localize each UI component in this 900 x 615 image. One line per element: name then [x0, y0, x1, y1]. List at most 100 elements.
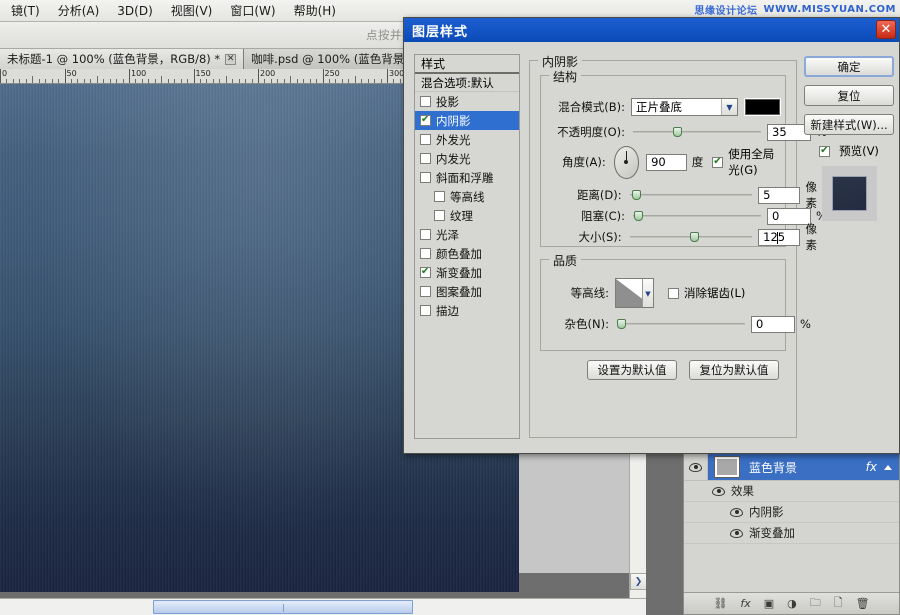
- menu-item-3[interactable]: 视图(V): [162, 0, 222, 21]
- fx-icon[interactable]: fx: [740, 597, 750, 610]
- expand-collapse-icon[interactable]: [884, 464, 892, 470]
- style-list-item-0[interactable]: 投影: [415, 92, 519, 111]
- dialog-title-bar[interactable]: 图层样式 ✕: [404, 18, 899, 42]
- size-input[interactable]: 125: [758, 228, 801, 246]
- distance-slider[interactable]: [629, 188, 753, 202]
- style-enable-checkbox[interactable]: [420, 172, 431, 183]
- set-as-default-button[interactable]: 设置为默认值: [587, 360, 677, 380]
- style-enable-checkbox[interactable]: [420, 96, 431, 107]
- shadow-color-swatch[interactable]: [744, 98, 781, 116]
- menu-item-1[interactable]: 分析(A): [49, 0, 109, 21]
- style-list-item-5[interactable]: 等高线: [415, 187, 519, 206]
- slider-knob[interactable]: [631, 190, 641, 200]
- style-list-item-8[interactable]: 颜色叠加: [415, 244, 519, 263]
- preview-checkbox[interactable]: [819, 145, 831, 157]
- slider-knob[interactable]: [673, 127, 682, 137]
- style-list[interactable]: 样式 混合选项:默认 投影内阴影外发光内发光斜面和浮雕等高线纹理光泽颜色叠加渐变…: [414, 54, 520, 439]
- style-enable-checkbox[interactable]: [420, 229, 431, 240]
- layers-panel[interactable]: ❮ 杂色 蓝色背景 fx 效果: [683, 437, 900, 615]
- ruler-minor-tick: [219, 79, 221, 83]
- antialias-checkbox[interactable]: [668, 287, 679, 299]
- eye-icon[interactable]: [730, 507, 743, 517]
- menu-item-2[interactable]: 3D(D): [108, 2, 161, 20]
- style-list-item-2[interactable]: 外发光: [415, 130, 519, 149]
- ok-button[interactable]: 确定: [804, 56, 894, 77]
- contour-label: 等高线:: [570, 286, 609, 300]
- angle-input[interactable]: 90: [646, 153, 687, 171]
- ruler-minor-tick: [58, 79, 60, 83]
- new-style-button[interactable]: 新建样式(W)...: [804, 114, 894, 135]
- hscroll-thumb[interactable]: [153, 600, 413, 614]
- new-layer-icon[interactable]: 🗋: [834, 594, 843, 613]
- angle-dial[interactable]: [613, 145, 640, 179]
- style-list-item-9[interactable]: 渐变叠加: [415, 263, 519, 282]
- adjustment-icon[interactable]: ◑: [787, 597, 797, 610]
- layer-thumbnail-selected[interactable]: [714, 456, 740, 478]
- menu-item-0[interactable]: 镜(T): [2, 0, 49, 21]
- canvas-horizontal-scrollbar[interactable]: [0, 598, 646, 615]
- layer-effect-item[interactable]: 内阴影: [684, 502, 899, 523]
- layer-effect-item[interactable]: 渐变叠加: [684, 523, 899, 544]
- slider-knob[interactable]: [689, 232, 699, 242]
- use-global-light-checkbox[interactable]: [712, 156, 724, 168]
- style-list-item-10[interactable]: 图案叠加: [415, 282, 519, 301]
- layers-panel-footer: ⛓ fx ▣ ◑ 🗀 🗋 🗑: [684, 592, 899, 614]
- mask-icon[interactable]: ▣: [764, 597, 774, 610]
- style-list-item-1[interactable]: 内阴影: [415, 111, 519, 130]
- style-enable-checkbox[interactable]: [420, 153, 431, 164]
- style-enable-checkbox[interactable]: [420, 114, 431, 126]
- layer-visibility-toggle-selected[interactable]: [684, 454, 708, 480]
- style-enable-checkbox[interactable]: [434, 210, 445, 221]
- style-list-item-7[interactable]: 光泽: [415, 225, 519, 244]
- scroll-down-button[interactable]: ❯: [630, 573, 647, 590]
- menu-item-5[interactable]: 帮助(H): [285, 0, 345, 21]
- reset-button[interactable]: 复位: [804, 85, 894, 106]
- fx-icon[interactable]: fx: [866, 460, 877, 474]
- close-icon[interactable]: ✕: [876, 20, 896, 39]
- size-slider[interactable]: [629, 230, 753, 244]
- document-tab-0[interactable]: 未标题-1 @ 100% (蓝色背景，RGB/8) * ✕: [0, 49, 245, 69]
- slider-knob[interactable]: [617, 319, 626, 329]
- choke-value: 0: [772, 209, 780, 223]
- layer-name-selected: 蓝色背景: [749, 460, 798, 475]
- slider-knob[interactable]: [634, 211, 643, 221]
- opacity-label: 不透明度(O):: [557, 125, 625, 139]
- choke-slider[interactable]: [633, 209, 761, 223]
- layer-effects-row[interactable]: 效果: [684, 481, 899, 502]
- opacity-slider[interactable]: [633, 125, 761, 139]
- link-icon[interactable]: ⛓: [713, 597, 727, 610]
- style-enable-checkbox[interactable]: [420, 305, 431, 316]
- noise-input[interactable]: 0: [751, 315, 795, 333]
- trash-icon[interactable]: 🗑: [856, 597, 870, 610]
- noise-slider[interactable]: [617, 317, 745, 331]
- style-enable-checkbox[interactable]: [420, 266, 431, 278]
- layer-row-selected[interactable]: 蓝色背景 fx: [684, 454, 899, 481]
- close-icon[interactable]: ✕: [225, 53, 237, 65]
- style-list-item-11[interactable]: 描边: [415, 301, 519, 320]
- style-list-item-4[interactable]: 斜面和浮雕: [415, 168, 519, 187]
- choke-label: 阻塞(C):: [581, 209, 625, 223]
- distance-input[interactable]: 5: [758, 186, 801, 204]
- style-enable-checkbox[interactable]: [420, 286, 431, 297]
- style-list-item-6[interactable]: 纹理: [415, 206, 519, 225]
- chevron-down-icon[interactable]: ▼: [721, 99, 737, 115]
- contour-preset-picker[interactable]: ▼: [615, 278, 654, 308]
- style-list-item-3[interactable]: 内发光: [415, 149, 519, 168]
- ruler-minor-tick: [148, 79, 150, 83]
- layer-effect-label-inner-shadow: 内阴影: [749, 505, 784, 519]
- reset-to-default-button[interactable]: 复位为默认值: [689, 360, 779, 380]
- style-enable-checkbox[interactable]: [434, 191, 445, 202]
- style-enable-checkbox[interactable]: [420, 134, 431, 145]
- blend-mode-select[interactable]: 正片叠底 ▼: [631, 98, 738, 116]
- eye-icon[interactable]: [712, 486, 725, 496]
- document-tab-label: 未标题-1 @ 100% (蓝色背景，RGB/8) *: [7, 52, 221, 66]
- blend-mode-value: 正片叠底: [636, 100, 682, 114]
- ruler-minor-tick: [225, 76, 227, 83]
- chevron-down-icon[interactable]: ▼: [642, 279, 653, 307]
- eye-icon[interactable]: [730, 528, 743, 538]
- menu-item-4[interactable]: 窗口(W): [221, 0, 284, 21]
- style-enable-checkbox[interactable]: [420, 248, 431, 259]
- folder-icon[interactable]: 🗀: [810, 594, 821, 613]
- style-list-blending-options[interactable]: 混合选项:默认: [415, 74, 519, 92]
- layer-style-dialog[interactable]: 图层样式 ✕ 样式 混合选项:默认 投影内阴影外发光内发光斜面和浮雕等高线纹理光…: [403, 17, 900, 454]
